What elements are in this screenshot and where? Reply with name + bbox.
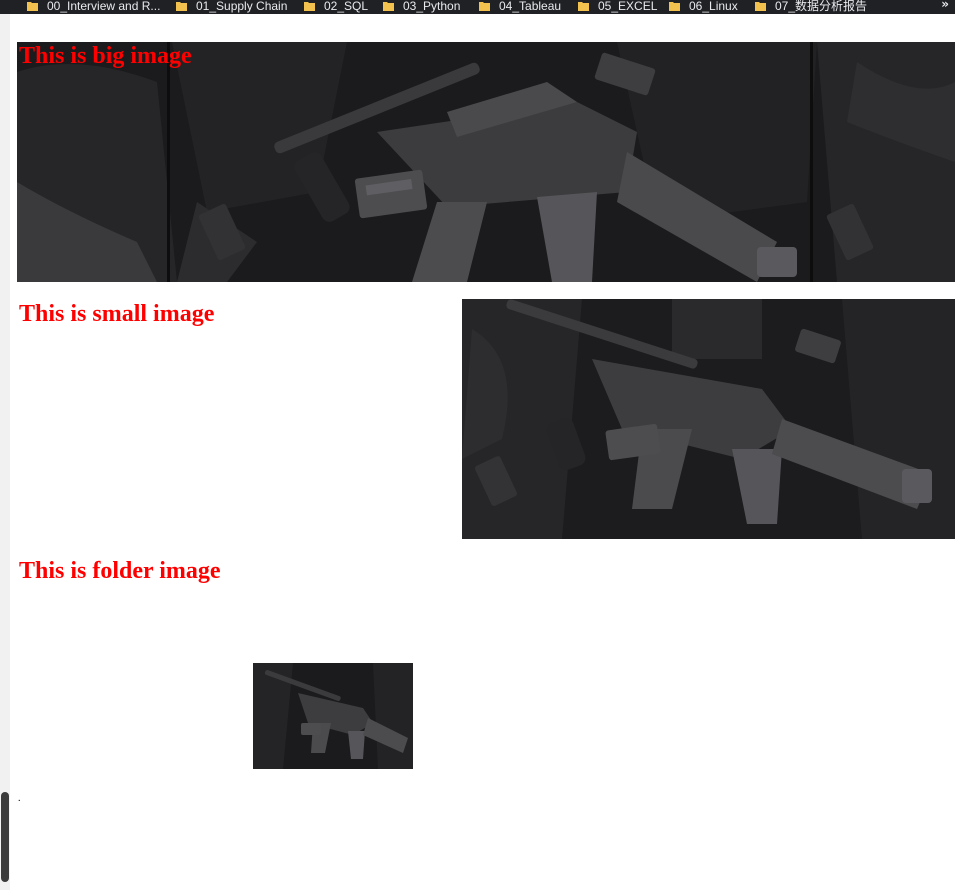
folder-icon xyxy=(755,1,766,11)
bookmark-label: 04_Tableau xyxy=(499,0,562,13)
scrollbar-thumb[interactable] xyxy=(1,792,9,882)
folder-image-heading: This is folder image xyxy=(19,558,221,584)
bookmark-folder[interactable]: 00_Interview and R... xyxy=(27,0,160,14)
folder-icon xyxy=(27,1,38,11)
bookmark-label: 02_SQL xyxy=(324,0,369,13)
folder-icon xyxy=(304,1,315,11)
small-image xyxy=(462,299,955,539)
bookmark-folder[interactable]: 05_EXCEL xyxy=(578,0,657,14)
bookmark-label: 01_Supply Chain xyxy=(196,0,288,13)
bookmark-folder[interactable]: 02_SQL xyxy=(304,0,368,14)
bookmark-label: 05_EXCEL xyxy=(598,0,658,13)
bookmark-label: 06_Linux xyxy=(689,0,738,13)
bookmark-folder[interactable]: 07_数据分析报告 xyxy=(755,0,867,14)
big-image-heading: This is big image xyxy=(19,43,192,69)
bookmark-folder[interactable]: 03_Python xyxy=(383,0,460,14)
bookmark-label: 03_Python xyxy=(403,0,461,13)
more-bookmarks-chevron-icon[interactable]: » xyxy=(941,0,949,11)
folder-icon xyxy=(578,1,589,11)
folder-icon xyxy=(383,1,394,11)
bookmark-label: 00_Interview and R... xyxy=(47,0,161,13)
small-image-heading: This is small image xyxy=(19,301,215,327)
folder-icon xyxy=(669,1,680,11)
big-image xyxy=(17,42,955,282)
folder-icon xyxy=(176,1,187,11)
bookmarks-bar: 00_Interview and R... 01_Supply Chain 02… xyxy=(0,0,955,14)
folder-image xyxy=(253,663,413,769)
folder-icon xyxy=(479,1,490,11)
bookmark-folder[interactable]: 01_Supply Chain xyxy=(176,0,287,14)
footer-mark: . xyxy=(18,793,21,804)
bookmark-folder[interactable]: 06_Linux xyxy=(669,0,738,14)
bookmark-folder[interactable]: 04_Tableau xyxy=(479,0,561,14)
scrollbar-track xyxy=(0,14,10,890)
bookmark-label: 07_数据分析报告 xyxy=(775,0,868,13)
